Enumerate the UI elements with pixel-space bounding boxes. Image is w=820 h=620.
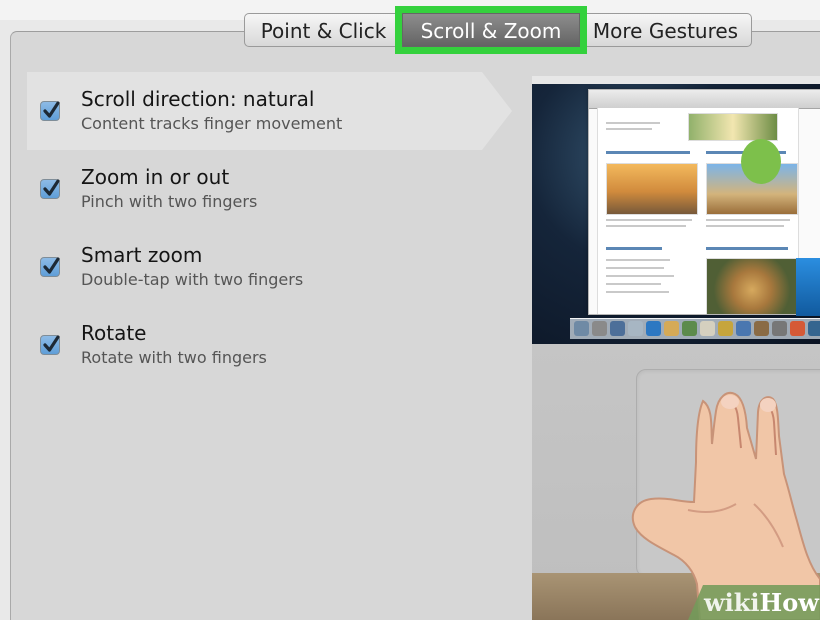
- option-title: Smart zoom: [81, 243, 203, 267]
- tab-more-gestures[interactable]: More Gestures: [580, 13, 752, 47]
- browser-page: [597, 108, 799, 314]
- option-title: Scroll direction: natural: [81, 87, 315, 111]
- checkbox-checked[interactable]: [40, 179, 60, 199]
- preview-dock: [570, 318, 820, 339]
- option-zoom-in-or-out[interactable]: Zoom in or out Pinch with two fingers: [27, 150, 512, 228]
- checkmark-icon: [43, 257, 60, 274]
- checkbox-checked[interactable]: [40, 101, 60, 121]
- preview-photo: [706, 258, 798, 314]
- tab-scroll-and-zoom[interactable]: Scroll & Zoom: [395, 6, 587, 54]
- preview-photo: [688, 113, 778, 141]
- trackpad-photo: [532, 344, 820, 620]
- option-smart-zoom[interactable]: Smart zoom Double-tap with two fingers: [27, 228, 512, 306]
- tab-bar: Point & Click Scroll & Zoom More Gesture…: [244, 6, 752, 54]
- preview-badge: [741, 139, 781, 184]
- checkbox-checked[interactable]: [40, 257, 60, 277]
- option-description: Double-tap with two fingers: [81, 270, 304, 289]
- option-description: Content tracks finger movement: [81, 114, 343, 133]
- watermark-suffix: How: [759, 588, 819, 617]
- gesture-preview: [532, 76, 820, 620]
- checkmark-icon: [43, 179, 60, 196]
- preview-photo: [606, 163, 698, 215]
- trackpad-preferences-window: Point & Click Scroll & Zoom More Gesture…: [0, 0, 820, 620]
- checkbox-checked[interactable]: [40, 335, 60, 355]
- watermark-prefix: wiki: [704, 588, 760, 617]
- checkmark-icon: [43, 335, 60, 352]
- preview-ad: [796, 258, 820, 316]
- wikihow-watermark: wikiHow: [688, 585, 820, 620]
- option-description: Rotate with two fingers: [81, 348, 267, 367]
- option-rotate[interactable]: Rotate Rotate with two fingers: [27, 306, 512, 384]
- preview-browser-window: [588, 89, 820, 315]
- checkmark-icon: [43, 101, 60, 118]
- tab-point-and-click[interactable]: Point & Click: [244, 13, 402, 47]
- gesture-options-list: Scroll direction: natural Content tracks…: [27, 72, 512, 384]
- preview-menubar: [532, 76, 820, 84]
- browser-toolbar: [589, 90, 820, 109]
- option-title: Zoom in or out: [81, 165, 230, 189]
- option-title: Rotate: [81, 321, 147, 345]
- option-description: Pinch with two fingers: [81, 192, 258, 211]
- preview-screen: [532, 76, 820, 344]
- option-scroll-direction[interactable]: Scroll direction: natural Content tracks…: [27, 72, 512, 150]
- wikihow-logo-text: wikiHow: [704, 589, 819, 617]
- two-finger-hand-icon: [631, 392, 820, 620]
